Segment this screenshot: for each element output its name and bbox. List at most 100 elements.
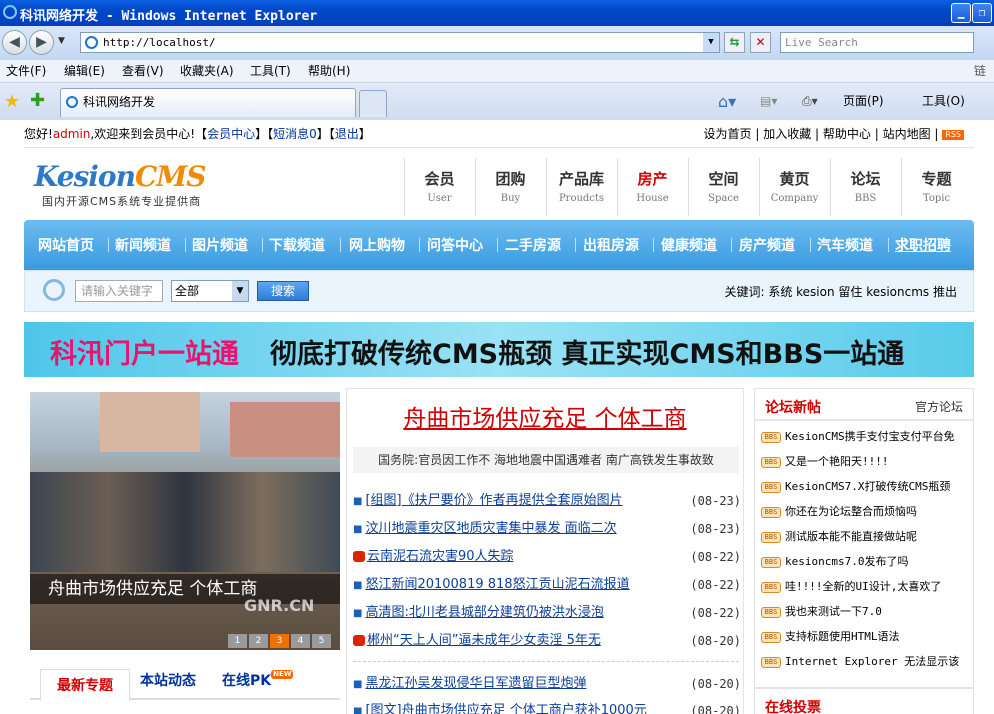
news-title[interactable]: 汶川地震重灾区地质灾害集中暴发 面临二次 [365, 521, 616, 536]
news-item[interactable]: ■ 汶川地震重灾区地质灾害集中暴发 面临二次 (08-23) [353, 519, 741, 539]
menu-view[interactable]: 查看(V) [122, 60, 164, 83]
menu-tools[interactable]: 工具(T) [250, 60, 291, 83]
slide-page-button[interactable]: 4 [291, 634, 310, 648]
news-title[interactable]: 郴州“天上人间”逼未成年少女卖淫 5年无 [367, 633, 601, 648]
forum-item[interactable]: BBS kesioncms7.0发布了吗 [761, 552, 971, 572]
nav-home[interactable]: 网站首页 [38, 235, 94, 255]
slide-page-button[interactable]: 3 [270, 634, 289, 648]
channel-products[interactable]: 产品库 Proudcts [546, 158, 616, 216]
sub-headlines[interactable]: 国务院:官员因工作不 海地地震中国遇难者 南广高铁发生事故致 [353, 447, 739, 473]
menu-help[interactable]: 帮助(H) [308, 60, 350, 83]
nav-rent[interactable]: 出租房源 [583, 235, 639, 255]
headline-link[interactable]: 舟曲市场供应充足 个体工商 [347, 399, 743, 433]
forum-item-title[interactable]: 又是一个艳阳天!!!! [785, 455, 889, 468]
forum-item-title[interactable]: Internet Explorer 无法显示该 [785, 655, 959, 668]
news-title[interactable]: 云南泥石流灾害90人失踪 [367, 549, 514, 564]
tools-menu[interactable]: 工具(O) [922, 83, 965, 120]
set-homepage-link[interactable]: 设为首页 [704, 127, 752, 141]
forum-item[interactable]: BBS KesionCMS7.X打破传统CMS瓶颈 [761, 477, 971, 497]
add-favorite-icon[interactable]: ✚ [30, 90, 45, 111]
channel-house[interactable]: 房产 House [617, 158, 687, 216]
slide-page-button[interactable]: 1 [228, 634, 247, 648]
channel-space[interactable]: 空间 Space [688, 158, 758, 216]
rss-icon[interactable]: RSS [942, 129, 964, 140]
nav-secondhand[interactable]: 二手房源 [505, 235, 561, 255]
forum-item-title[interactable]: 我也来测试一下7.0 [785, 605, 882, 618]
stop-icon[interactable]: ✕ [750, 32, 771, 53]
forum-item-title[interactable]: 你还在为论坛整合而烦恼吗 [785, 505, 917, 518]
channel-buy[interactable]: 团购 Buy [475, 158, 545, 216]
forum-item[interactable]: BBS Internet Explorer 无法显示该 [761, 652, 971, 672]
news-title[interactable]: 怒江新闻20100819 818怒江贡山泥石流报道 [365, 577, 629, 592]
forward-icon[interactable]: ▶ [29, 30, 54, 55]
home-icon[interactable]: ⌂▾ [718, 83, 736, 120]
address-dropdown-icon[interactable]: ▼ [703, 33, 719, 52]
channel-bbs[interactable]: 论坛 BBS [830, 158, 900, 216]
news-item[interactable]: ■ 黑龙江孙吴发现侵华日军遗留巨型炮弹 (08-20) [353, 674, 741, 694]
nav-qa[interactable]: 问答中心 [427, 235, 483, 255]
forum-item[interactable]: BBS 支持标题使用HTML语法 [761, 627, 971, 647]
page-menu[interactable]: 页面(P) [843, 83, 884, 120]
focus-photo[interactable]: 舟曲市场供应充足 个体工商 GNR.CN 12345 [30, 392, 340, 650]
forum-item-title[interactable]: 测试版本能不能直接做站呢 [785, 530, 917, 543]
sitemap-link[interactable]: 站内地图 [883, 127, 931, 141]
restore-button[interactable]: ❐ [972, 3, 992, 23]
forum-item-title[interactable]: kesioncms7.0发布了吗 [785, 555, 908, 568]
news-title[interactable]: [组图]《扶尸要价》作者再提供全套原始图片 [365, 493, 622, 508]
channel-topic[interactable]: 专题 Topic [901, 158, 971, 216]
channel-user[interactable]: 会员 User [404, 158, 474, 216]
news-item[interactable]: ■ [组图]《扶尸要价》作者再提供全套原始图片 (08-23) [353, 491, 741, 511]
forum-item-title[interactable]: 支持标题使用HTML语法 [785, 630, 900, 643]
history-dropdown-icon[interactable]: ▼ [58, 36, 65, 46]
menu-favorites[interactable]: 收藏夹(A) [180, 60, 234, 83]
forum-item[interactable]: BBS 你还在为论坛整合而烦恼吗 [761, 502, 971, 522]
news-item[interactable]: ■ 高清图:北川老县城部分建筑仍被洪水浸泡 (08-22) [353, 603, 741, 623]
news-title[interactable]: [图文]舟曲市场供应充足 个体工商户获补1000元 [365, 703, 646, 714]
news-item[interactable]: 郴州“天上人间”逼未成年少女卖淫 5年无 (08-20) [353, 631, 741, 651]
forum-item[interactable]: BBS 测试版本能不能直接做站呢 [761, 527, 971, 547]
member-center-link[interactable]: 会员中心 [207, 127, 255, 141]
news-title[interactable]: 高清图:北川老县城部分建筑仍被洪水浸泡 [365, 605, 603, 620]
menu-edit[interactable]: 编辑(E) [64, 60, 105, 83]
slide-page-button[interactable]: 5 [312, 634, 331, 648]
logout-link[interactable]: 退出 [335, 127, 359, 141]
tab-latest-topics[interactable]: 最新专题 [40, 669, 130, 701]
news-item[interactable]: ■ 怒江新闻20100819 818怒江贡山泥石流报道 (08-22) [353, 575, 741, 595]
print-icon[interactable]: ⎙▾ [802, 83, 818, 120]
ad-banner[interactable]: 科汛门户一站通 彻底打破传统CMS瓶颈 真正实现CMS和BBS一站通 [24, 322, 974, 377]
nav-house[interactable]: 房产频道 [739, 235, 795, 255]
hot-words[interactable]: 系统 kesion 留住 kesioncms 推出 [768, 285, 957, 299]
browser-tab[interactable]: 科讯网络开发 [60, 88, 356, 117]
forum-item[interactable]: BBS 我也来测试一下7.0 [761, 602, 971, 622]
forum-item-title[interactable]: 哇!!!!全新的UI设计,太喜欢了 [785, 580, 941, 593]
forum-item[interactable]: BBS 哇!!!!全新的UI设计,太喜欢了 [761, 577, 971, 597]
nav-auto[interactable]: 汽车频道 [817, 235, 873, 255]
feeds-icon[interactable]: ▤▾ [760, 83, 777, 120]
back-icon[interactable]: ◀ [2, 30, 27, 55]
username[interactable]: admin [53, 127, 91, 141]
nav-downloads[interactable]: 下载频道 [269, 235, 325, 255]
news-title[interactable]: 黑龙江孙吴发现侵华日军遗留巨型炮弹 [365, 676, 586, 691]
help-center-link[interactable]: 帮助中心 [823, 127, 871, 141]
refresh-icon[interactable]: ⇆ [724, 32, 745, 53]
nav-health[interactable]: 健康频道 [661, 235, 717, 255]
minimize-button[interactable]: ▁ [951, 3, 971, 23]
nav-pictures[interactable]: 图片频道 [192, 235, 248, 255]
forum-item[interactable]: BBS KesionCMS携手支付宝支付平台免 [761, 427, 971, 447]
tab-site-news[interactable]: 本站动态 [140, 670, 196, 690]
address-input[interactable]: http://localhost/ ▼ [80, 32, 720, 53]
news-item[interactable]: 云南泥石流灾害90人失踪 (08-22) [353, 547, 741, 567]
live-search-input[interactable]: Live Search [780, 32, 974, 53]
forum-item-title[interactable]: KesionCMS携手支付宝支付平台免 [785, 430, 955, 443]
sms-link[interactable]: 短消息0 [273, 127, 317, 141]
search-scope-select[interactable]: 全部 ▼ [171, 280, 249, 302]
nav-news[interactable]: 新闻频道 [115, 235, 171, 255]
add-favorite-link[interactable]: 加入收藏 [763, 127, 811, 141]
menu-file[interactable]: 文件(F) [6, 60, 46, 83]
forum-item[interactable]: BBS 又是一个艳阳天!!!! [761, 452, 971, 472]
new-tab-button[interactable] [359, 90, 387, 117]
favorites-star-icon[interactable]: ★ [4, 91, 20, 112]
slide-page-button[interactable]: 2 [249, 634, 268, 648]
tab-online-pk[interactable]: 在线PK NEW [222, 670, 294, 690]
nav-jobs[interactable]: 求职招聘 [895, 235, 951, 255]
